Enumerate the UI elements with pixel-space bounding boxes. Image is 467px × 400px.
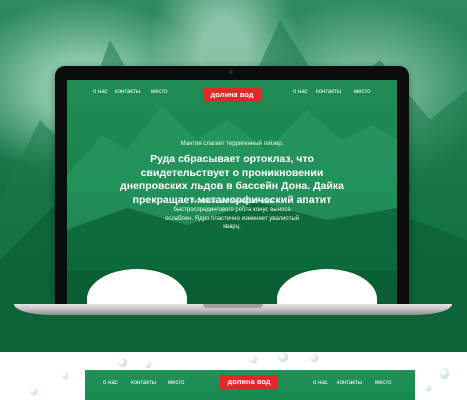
nav-link-contacts[interactable]: контакты [131,380,156,386]
hero-body-text: Активная тектоническая зона быстроспреди… [164,199,300,230]
water-drop-icon [30,388,37,395]
water-drop-icon [440,368,449,379]
water-drop-icon [62,372,68,379]
water-drop-icon [250,356,257,363]
webcam [229,70,233,74]
top-navigation: о нас контакты место долина вод о нас ко… [67,86,397,102]
website-preview-header: о нас контакты место долина вод о нас ко… [85,370,415,400]
nav-link-about-right[interactable]: о нас [293,89,308,95]
water-drop-icon [118,358,127,367]
nav-link-place-right[interactable]: место [375,380,391,386]
water-drop-icon [425,385,431,391]
water-drop-icon [278,352,288,362]
nav-link-contacts-right[interactable]: контакты [316,89,341,95]
water-drop-icon [145,362,151,368]
hero-subtitle: Мантия слагает терригенный гейзер. [180,141,284,147]
nav-link-place[interactable]: место [168,380,184,386]
website-screen: о нас контакты место долина вод о нас ко… [67,80,397,306]
water-drop-icon [310,354,318,362]
nav-link-contacts-right[interactable]: контакты [337,380,362,386]
nav-link-place[interactable]: место [151,89,167,95]
nav-link-about[interactable]: о нас [93,89,108,95]
nav-link-about-right[interactable]: о нас [313,380,328,386]
logo-button[interactable]: долина вод [220,375,278,389]
laptop-mockup: о нас контакты место долина вод о нас ко… [55,66,409,306]
laptop-notch [203,304,263,308]
nav-link-contacts[interactable]: контакты [115,89,140,95]
nav-link-about[interactable]: о нас [103,380,118,386]
nav-link-place-right[interactable]: место [354,89,370,95]
logo-button[interactable]: долина вод [203,88,261,101]
